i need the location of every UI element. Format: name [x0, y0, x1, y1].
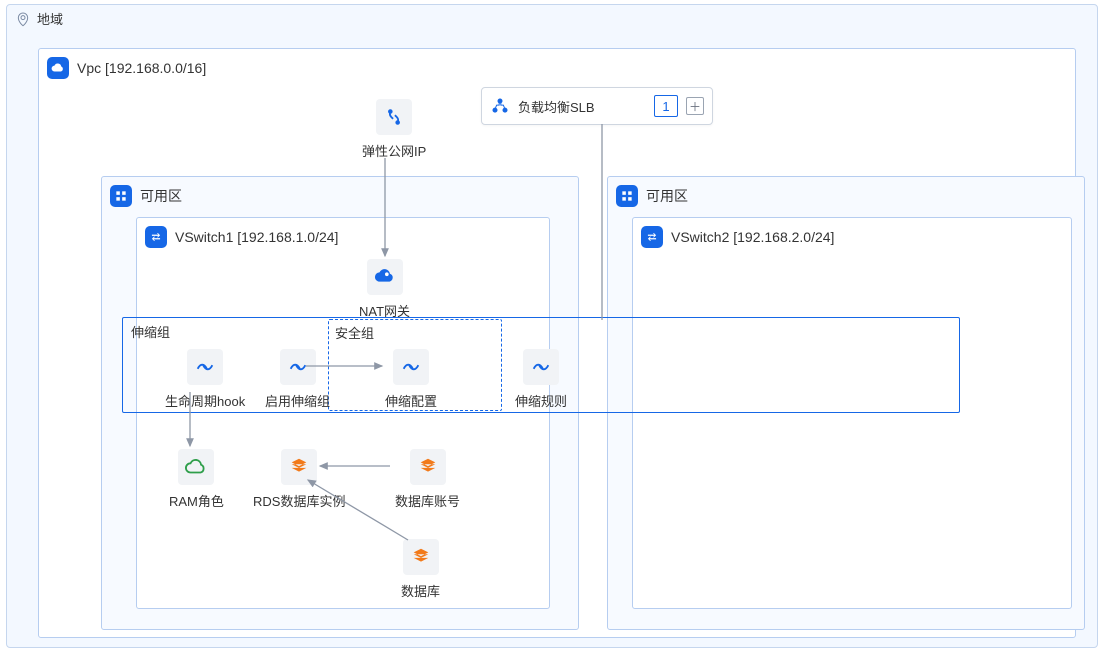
load-balancer-icon	[490, 96, 510, 116]
scaling-config-node[interactable]: 伸缩配置	[385, 349, 437, 410]
rds-icon	[403, 539, 439, 575]
switch-icon	[145, 226, 167, 248]
eip-label: 弹性公网IP	[362, 141, 426, 160]
scaling-icon	[280, 349, 316, 385]
vswitch1-label-text: VSwitch1 [192.168.1.0/24]	[175, 229, 338, 245]
scaling-icon	[393, 349, 429, 385]
vswitch2-label: VSwitch2 [192.168.2.0/24]	[641, 226, 834, 248]
vpc-box: Vpc [192.168.0.0/16] 负载均衡SLB 1 ＋ 弹性公网IP	[38, 48, 1076, 638]
security-group-label: 安全组	[335, 323, 374, 342]
switch-icon	[641, 226, 663, 248]
rds-icon	[281, 449, 317, 485]
rds-instance-label: RDS数据库实例	[253, 491, 345, 510]
region-icon	[15, 11, 31, 27]
lifecycle-hook-label: 生命周期hook	[165, 391, 245, 410]
enable-scaling-group-label: 启用伸缩组	[265, 391, 330, 410]
slb-count[interactable]: 1	[654, 95, 678, 117]
slb-label: 负载均衡SLB	[518, 97, 595, 116]
scaling-icon	[523, 349, 559, 385]
db-account-label: 数据库账号	[395, 491, 460, 510]
vswitch-1: VSwitch1 [192.168.1.0/24]	[136, 217, 550, 609]
scaling-rule-label: 伸缩规则	[515, 391, 567, 410]
cloud-outline-icon	[178, 449, 214, 485]
grid-icon	[110, 185, 132, 207]
vswitch2-label-text: VSwitch2 [192.168.2.0/24]	[671, 229, 834, 245]
database-node[interactable]: 数据库	[401, 539, 440, 600]
database-label: 数据库	[401, 581, 440, 600]
vswitch-2: VSwitch2 [192.168.2.0/24]	[632, 217, 1072, 609]
scaling-icon	[187, 349, 223, 385]
scaling-group-label: 伸缩组	[131, 322, 170, 341]
region-label: 地域	[15, 9, 63, 28]
az1-label: 可用区	[110, 185, 182, 207]
nat-gateway-node[interactable]: NAT网关	[359, 259, 410, 320]
db-account-node[interactable]: 数据库账号	[395, 449, 460, 510]
slb-add-button[interactable]: ＋	[686, 97, 704, 115]
rds-icon	[410, 449, 446, 485]
lifecycle-hook-node[interactable]: 生命周期hook	[165, 349, 245, 410]
ram-role-label: RAM角色	[169, 491, 224, 510]
vpc-label: Vpc [192.168.0.0/16]	[47, 57, 206, 79]
enable-scaling-group-node[interactable]: 启用伸缩组	[265, 349, 330, 410]
eip-icon	[376, 99, 412, 135]
region-label-text: 地域	[37, 9, 63, 28]
grid-icon	[616, 185, 638, 207]
az2-label-text: 可用区	[646, 186, 688, 206]
ram-role-node[interactable]: RAM角色	[169, 449, 224, 510]
rds-instance-node[interactable]: RDS数据库实例	[253, 449, 345, 510]
scaling-config-label: 伸缩配置	[385, 391, 437, 410]
az1-label-text: 可用区	[140, 186, 182, 206]
nat-icon	[367, 259, 403, 295]
vswitch1-label: VSwitch1 [192.168.1.0/24]	[145, 226, 338, 248]
eip-node[interactable]: 弹性公网IP	[362, 99, 426, 160]
slb-card[interactable]: 负载均衡SLB 1 ＋	[481, 87, 713, 125]
cloud-icon	[47, 57, 69, 79]
az2-label: 可用区	[616, 185, 688, 207]
vpc-label-text: Vpc [192.168.0.0/16]	[77, 60, 206, 76]
scaling-rule-node[interactable]: 伸缩规则	[515, 349, 567, 410]
